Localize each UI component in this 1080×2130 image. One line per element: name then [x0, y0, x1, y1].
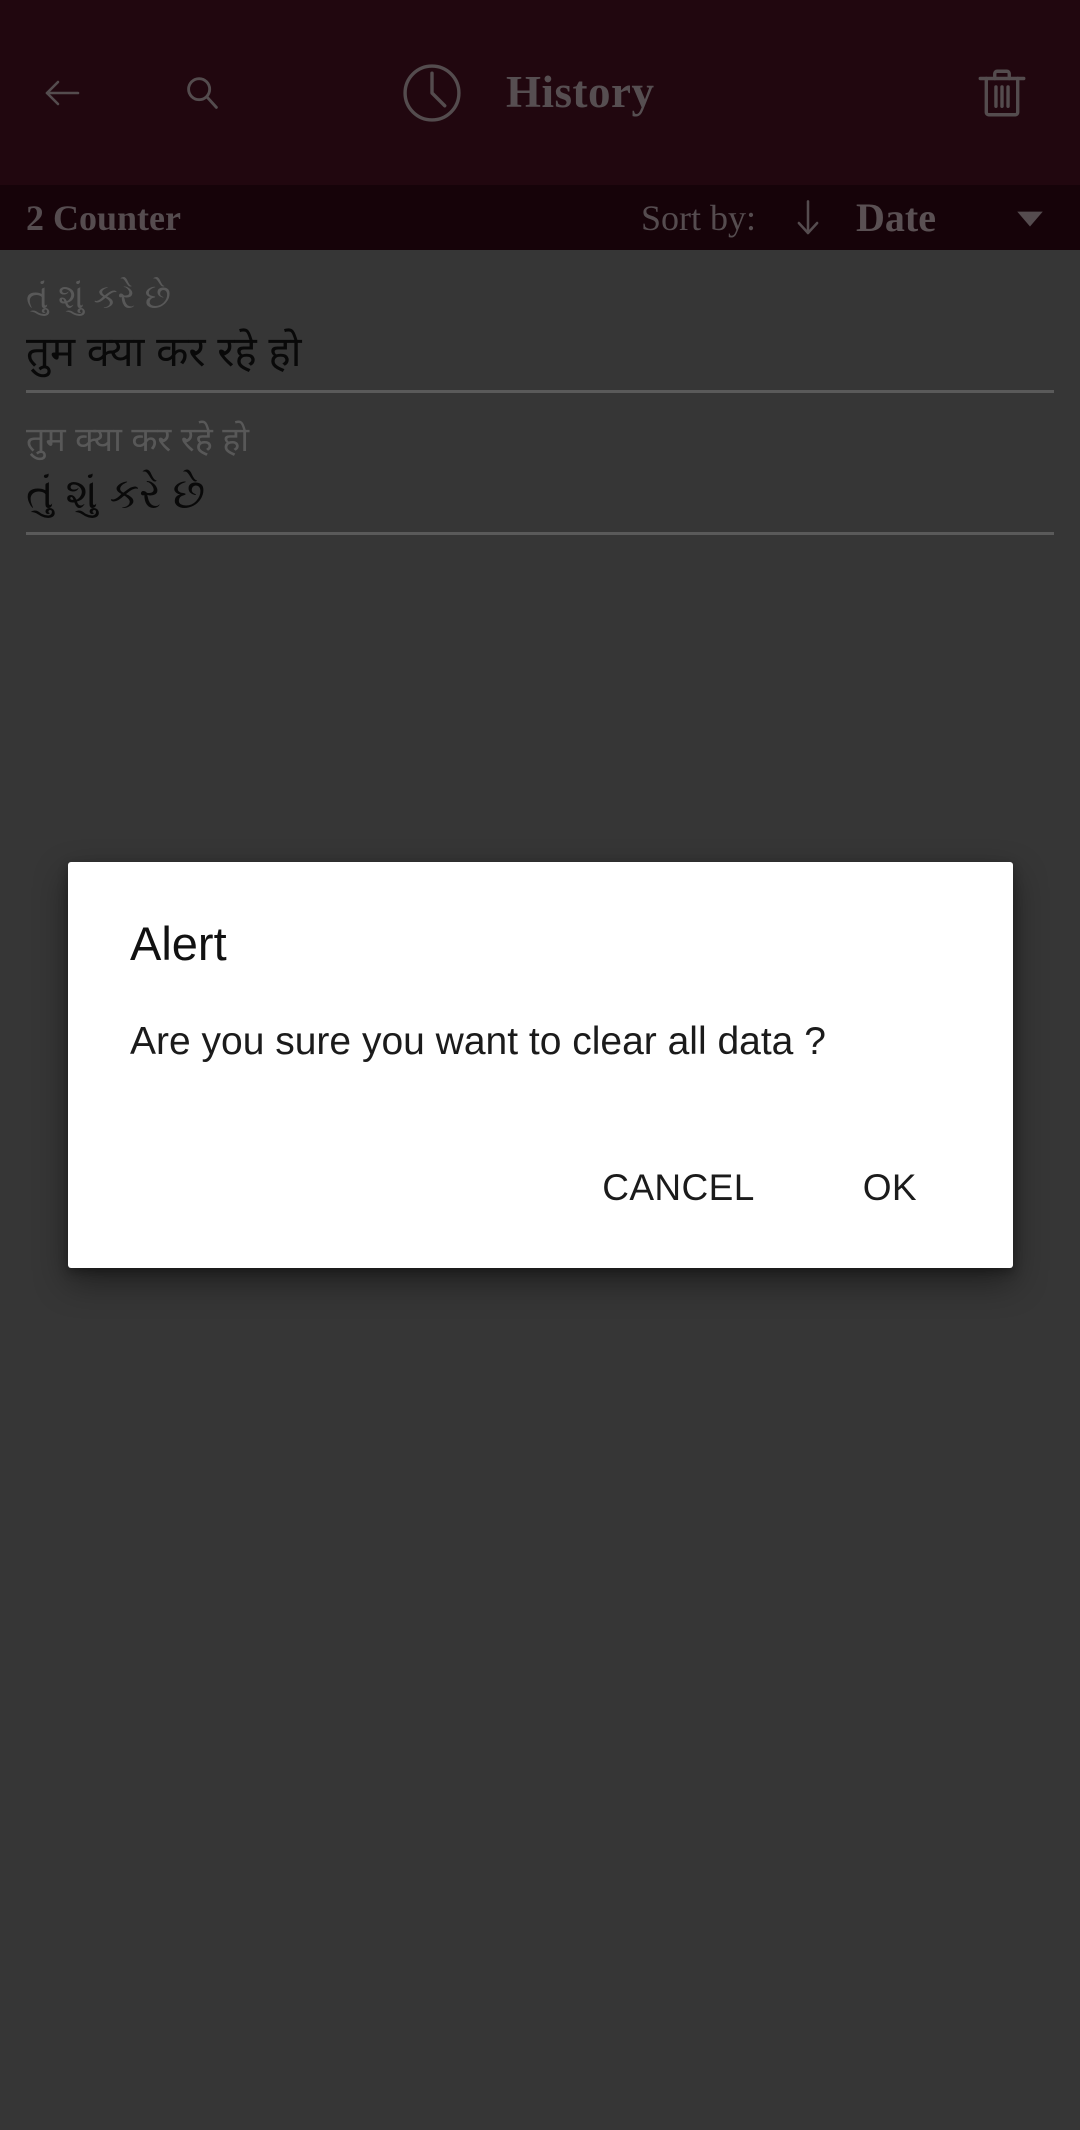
list-divider: [26, 532, 1054, 536]
back-arrow-icon[interactable]: [14, 45, 110, 141]
history-source-text: તું શું કરે છે: [26, 278, 171, 316]
page-title: History: [506, 67, 655, 117]
history-screen: History 2 Counter Sort by: Date તું શું …: [0, 0, 1080, 2130]
alert-dialog: Alert Are you sure you want to clear all…: [68, 862, 1013, 1268]
alert-message: Are you sure you want to clear all data …: [130, 1020, 826, 1063]
counter-label: 2 Counter: [26, 197, 181, 238]
cancel-button[interactable]: CANCEL: [594, 1155, 763, 1220]
list-item[interactable]: તું શું કરે છે तुम क्या कर रहे हो: [0, 250, 1080, 393]
search-icon[interactable]: [154, 45, 250, 141]
alert-title: Alert: [130, 917, 227, 970]
history-source-text: तुम क्या कर रहे हो: [26, 420, 250, 459]
history-list: તું શું કરે છે तुम क्या कर रहे हो तुम क्…: [0, 250, 1080, 536]
caret-down-icon[interactable]: [1008, 196, 1052, 240]
alert-actions: CANCEL OK: [594, 1155, 925, 1220]
clock-icon: [384, 45, 480, 141]
sort-control-group[interactable]: Sort by: Date: [641, 192, 1080, 244]
sort-bar: 2 Counter Sort by: Date: [0, 185, 1080, 250]
arrow-down-icon[interactable]: [782, 192, 834, 244]
sort-value-label[interactable]: Date: [856, 194, 936, 241]
sort-by-label: Sort by:: [641, 197, 757, 238]
app-bar: History: [0, 0, 1080, 185]
history-target-text: तुम क्या कर रहे हो: [26, 327, 302, 375]
list-item[interactable]: तुम क्या कर रहे हो તું શું કરે છે: [0, 393, 1080, 536]
ok-button[interactable]: OK: [855, 1155, 925, 1220]
history-target-text: તું શું કરે છે: [26, 470, 206, 518]
trash-icon[interactable]: [954, 45, 1050, 141]
